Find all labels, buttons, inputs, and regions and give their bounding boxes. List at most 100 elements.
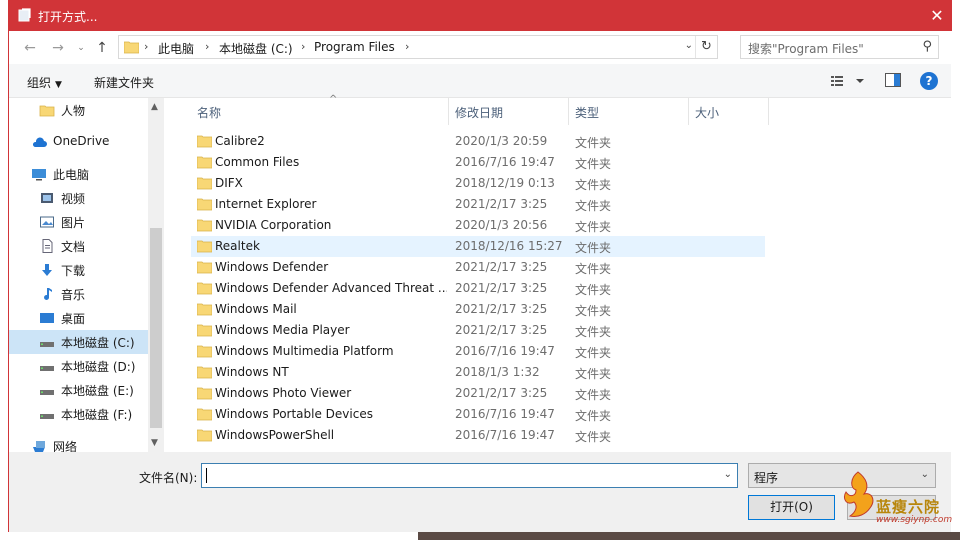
scroll-up-icon[interactable]: ▲	[151, 102, 158, 112]
caret-down-icon: ▼	[55, 80, 62, 90]
forward-arrow-icon: →	[52, 40, 64, 56]
column-header-type[interactable]: 类型	[569, 98, 689, 125]
file-modified-date: 2016/7/16 19:47	[455, 407, 555, 421]
file-name: Windows Media Player	[215, 323, 350, 337]
dialog-footer: 文件名(N): ⌄ 程序 ⌄ 打开(O)	[9, 452, 951, 532]
sidebar-item[interactable]: 此电脑	[9, 162, 149, 186]
desktop-icon	[40, 313, 54, 323]
folder-icon	[197, 408, 212, 421]
breadcrumb-program-files[interactable]: Program Files	[314, 40, 395, 54]
table-row[interactable]: Windows NT 2018/1/3 1:32 文件夹	[191, 362, 765, 383]
column-header-size[interactable]: 大小	[689, 98, 769, 125]
document-icon	[42, 239, 53, 253]
folder-icon	[197, 156, 212, 169]
file-name: Calibre2	[215, 134, 265, 148]
scroll-down-icon[interactable]: ▼	[151, 438, 158, 448]
table-row[interactable]: Realtek 2018/12/16 15:27 文件夹	[191, 236, 765, 257]
breadcrumb-this-pc[interactable]: 此电脑	[158, 40, 194, 57]
sidebar-item[interactable]: 文档	[9, 234, 149, 258]
navigation-scrollbar[interactable]: ▲ ▼	[148, 98, 164, 452]
table-row[interactable]: NVIDIA Corporation 2020/1/3 20:56 文件夹	[191, 215, 765, 236]
address-dropdown-icon[interactable]: ⌄	[685, 40, 693, 51]
sidebar-item-label: 文档	[61, 240, 86, 254]
sidebar-item[interactable]: 视频	[9, 186, 149, 210]
file-type: 文件夹	[575, 409, 612, 423]
sidebar-item[interactable]: 本地磁盘 (F:)	[9, 402, 149, 426]
table-row[interactable]: DIFX 2018/12/19 0:13 文件夹	[191, 173, 765, 194]
sidebar-item[interactable]: 本地磁盘 (D:)	[9, 354, 149, 378]
column-header-modified[interactable]: 修改日期	[449, 98, 569, 125]
column-header-size-label: 大小	[695, 106, 720, 120]
help-button[interactable]: ?	[920, 72, 938, 90]
table-row[interactable]: WindowsPowerShell 2016/7/16 19:47 文件夹	[191, 425, 765, 446]
address-bar[interactable]: › 此电脑 › 本地磁盘 (C:) › Program Files › ⌄ ↻	[118, 35, 718, 59]
sidebar-item[interactable]: 下载	[9, 258, 149, 282]
file-list: 名称 ^ 修改日期 类型 大小 Calibre2 2020/1/3 20:59 文件…	[164, 94, 951, 452]
breadcrumb-local-disk-c[interactable]: 本地磁盘 (C:)	[219, 40, 293, 57]
table-row[interactable]: Windows Mail 2021/2/17 3:25 文件夹	[191, 299, 765, 320]
table-row[interactable]: Windows Defender 2021/2/17 3:25 文件夹	[191, 257, 765, 278]
file-name: Windows Defender Advanced Threat ...	[215, 281, 447, 295]
sidebar-item-label: 下载	[61, 264, 86, 278]
back-button[interactable]: ←	[21, 39, 39, 57]
search-input[interactable]: 搜索"Program Files"	[748, 40, 864, 57]
preview-pane-button[interactable]	[885, 73, 901, 87]
table-row[interactable]: Common Files 2016/7/16 19:47 文件夹	[191, 152, 765, 173]
recent-locations-button[interactable]: ⌄	[75, 39, 87, 57]
file-modified-date: 2020/1/3 20:59	[455, 134, 548, 148]
sidebar-item[interactable]: 音乐	[9, 282, 149, 306]
file-name: Internet Explorer	[215, 197, 317, 211]
caret-down-icon	[856, 79, 864, 83]
file-type: 文件夹	[575, 283, 612, 297]
preview-pane-icon	[894, 74, 900, 86]
up-button[interactable]: ↑	[93, 39, 111, 57]
column-header-modified-label: 修改日期	[455, 106, 504, 120]
table-row[interactable]: Windows Multimedia Platform 2016/7/16 19:…	[191, 341, 765, 362]
sidebar-item[interactable]: 本地磁盘 (C:)	[9, 330, 149, 354]
sidebar-item[interactable]: 图片	[9, 210, 149, 234]
file-modified-date: 2021/2/17 3:25	[455, 197, 548, 211]
folder-icon	[197, 219, 212, 232]
file-name: Windows Multimedia Platform	[215, 344, 394, 358]
watermark-text: 蓝瘦六院	[876, 498, 941, 516]
table-row[interactable]: Windows Photo Viewer 2021/2/17 3:25 文件夹	[191, 383, 765, 404]
table-row[interactable]: Windows Media Player 2021/2/17 3:25 文件夹	[191, 320, 765, 341]
file-type: 文件夹	[575, 367, 612, 381]
background-app-edge	[950, 0, 960, 540]
sidebar-item[interactable]: 人物	[9, 98, 149, 122]
sort-ascending-icon: ^	[329, 94, 338, 105]
drive-icon	[40, 366, 54, 371]
app-icon	[18, 8, 31, 22]
file-modified-date: 2018/12/19 0:13	[455, 176, 555, 190]
breadcrumb-separator-icon: ›	[144, 40, 149, 53]
change-view-button[interactable]	[829, 72, 869, 90]
sidebar-item[interactable]: 本地磁盘 (E:)	[9, 378, 149, 402]
open-button[interactable]: 打开(O)	[748, 495, 835, 520]
table-row[interactable]: Windows Defender Advanced Threat ... 2021…	[191, 278, 765, 299]
title-bar[interactable]: 打开方式... ✕	[8, 0, 952, 31]
window-title: 打开方式...	[38, 10, 98, 24]
table-row[interactable]: Calibre2 2020/1/3 20:59 文件夹	[191, 131, 765, 152]
close-button[interactable]: ✕	[922, 0, 952, 31]
filename-input[interactable]: ⌄	[201, 463, 738, 488]
sidebar-item-label: 本地磁盘 (D:)	[61, 360, 136, 374]
table-row[interactable]: Internet Explorer 2021/2/17 3:25 文件夹	[191, 194, 765, 215]
folder-icon	[197, 177, 212, 190]
watermark-logo: 蓝瘦六院 www.sgiynp.com	[836, 468, 960, 528]
filename-dropdown-icon[interactable]: ⌄	[724, 469, 732, 480]
back-arrow-icon: ←	[24, 40, 36, 56]
table-row[interactable]: Windows Portable Devices 2016/7/16 19:47 文…	[191, 404, 765, 425]
search-box[interactable]: 搜索"Program Files" ⚲	[740, 35, 939, 59]
scrollbar-thumb[interactable]	[150, 228, 162, 428]
refresh-button[interactable]: ↻	[695, 36, 717, 58]
new-folder-button[interactable]: 新建文件夹	[94, 74, 154, 91]
sidebar-item-label: 人物	[61, 104, 86, 118]
sidebar-item[interactable]: OneDrive	[9, 130, 149, 154]
folder-icon	[197, 135, 212, 148]
organize-button[interactable]: 组织 ▼	[27, 74, 62, 91]
cloud-icon	[32, 137, 47, 147]
column-header-name[interactable]: 名称 ^	[191, 94, 449, 125]
file-modified-date: 2021/2/17 3:25	[455, 281, 548, 295]
forward-button[interactable]: →	[49, 39, 67, 57]
sidebar-item[interactable]: 桌面	[9, 306, 149, 330]
